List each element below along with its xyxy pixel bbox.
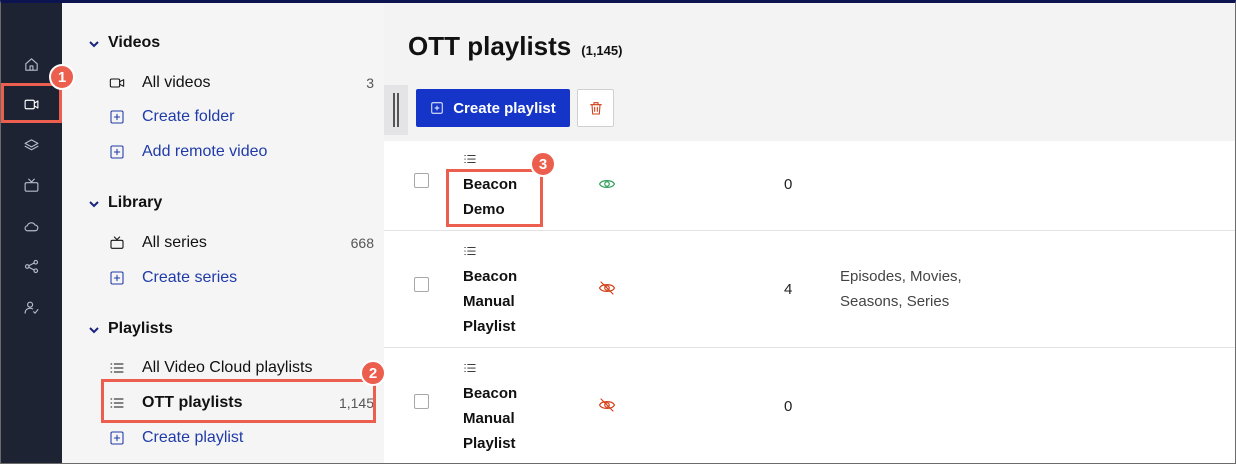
sidebar-item-create-series[interactable]: Create series (108, 266, 374, 290)
sidebar-item-add-remote-video[interactable]: Add remote video (108, 140, 374, 164)
annotation-highlight-ott-playlists (101, 379, 376, 423)
layers-icon (24, 138, 39, 150)
rail-library[interactable] (1, 127, 62, 163)
plus-square-icon (108, 429, 126, 447)
library-section-header[interactable]: Library (88, 194, 162, 212)
sidebar-item-all-video-cloud-playlists[interactable]: All Video Cloud playlists 4 (108, 356, 374, 380)
row-checkbox[interactable] (414, 173, 429, 188)
playlist-count: 0 (784, 398, 793, 415)
page-title: OTT playlists (1,145) (408, 31, 622, 62)
main-header: OTT playlists (1,145) Create playlist (384, 3, 1235, 141)
playlist-name[interactable]: Beacon Manual Playlist (463, 264, 553, 339)
sidebar-item-all-series[interactable]: All series 668 (108, 231, 374, 255)
table-row[interactable]: Beacon Manual Playlist 4 Episodes, Movie… (384, 231, 1235, 348)
cloud-icon (24, 221, 39, 231)
sidebar-item-label: Add remote video (142, 143, 268, 160)
video-camera-icon (108, 74, 126, 92)
list-icon (463, 361, 477, 375)
sidebar-item-create-folder[interactable]: Create folder (108, 105, 374, 129)
sidebar-item-label: Create series (142, 269, 238, 286)
page-title-text: OTT playlists (408, 31, 572, 61)
playlist-count: 0 (784, 176, 793, 193)
rail-cloud[interactable] (1, 208, 62, 244)
list-icon (463, 244, 477, 258)
sidebar-item-label: All Video Cloud playlists (142, 359, 313, 376)
plus-square-icon (108, 143, 126, 161)
row-checkbox[interactable] (414, 277, 429, 292)
playlists-heading: Playlists (108, 320, 173, 337)
chevron-down-icon (88, 37, 100, 49)
app-frame: Videos All videos 3 Create folder Add re… (0, 0, 1236, 464)
annotation-highlight-rail-videos (1, 83, 62, 123)
main-content: OTT playlists (1,145) Create playlist Be… (384, 3, 1235, 463)
chevron-down-icon (88, 323, 100, 335)
sidebar-item-label: All videos (142, 74, 211, 91)
library-heading: Library (108, 194, 163, 211)
row-checkbox[interactable] (414, 394, 429, 409)
delete-button[interactable] (577, 89, 614, 127)
tv-icon (24, 178, 39, 192)
plus-square-icon (108, 269, 126, 287)
annotation-highlight-beacon-demo (446, 169, 543, 227)
grip-icon (393, 93, 399, 127)
plus-square-icon (108, 108, 126, 126)
panel-resize-handle[interactable] (384, 85, 408, 135)
playlist-name[interactable]: Beacon Manual Playlist (463, 381, 553, 456)
sidebar-item-count: 3 (366, 75, 374, 91)
plus-square-icon (431, 102, 443, 114)
sidebar-item-all-videos[interactable]: All videos 3 (108, 71, 374, 95)
create-playlist-label: Create playlist (453, 99, 556, 117)
page-title-count: (1,145) (581, 43, 623, 58)
sidebar-item-count: 668 (350, 235, 374, 251)
home-icon (25, 57, 38, 71)
create-playlist-button[interactable]: Create playlist (416, 89, 570, 127)
videos-heading: Videos (108, 34, 161, 51)
annotation-badge: 3 (530, 151, 556, 177)
tv-icon (108, 234, 126, 252)
sidebar-item-label: All series (142, 234, 207, 251)
annotation-badge: 1 (49, 64, 75, 90)
sidebar-item-create-playlist[interactable]: Create playlist (108, 426, 374, 450)
sidebar-item-label: Create playlist (142, 429, 244, 446)
list-icon (108, 359, 126, 377)
videos-section-header[interactable]: Videos (88, 34, 160, 52)
hidden-eye-icon (598, 279, 616, 297)
trash-icon (589, 102, 602, 115)
chevron-down-icon (88, 197, 100, 209)
table-row[interactable]: Beacon Manual Playlist 0 (384, 348, 1235, 463)
playlists-section-header[interactable]: Playlists (88, 320, 173, 338)
user-check-icon (24, 301, 39, 314)
sidebar-item-label: Create folder (142, 108, 235, 125)
visible-eye-icon (598, 175, 616, 193)
rail-users[interactable] (1, 289, 62, 325)
annotation-badge: 2 (360, 360, 386, 386)
hidden-eye-icon (598, 396, 616, 414)
playlist-count: 4 (784, 281, 793, 298)
playlist-content-types: Episodes, Movies, Seasons, Series (840, 268, 962, 310)
share-icon (24, 259, 39, 273)
list-icon (463, 152, 477, 166)
rail-share[interactable] (1, 248, 62, 284)
rail-tv[interactable] (1, 167, 62, 203)
